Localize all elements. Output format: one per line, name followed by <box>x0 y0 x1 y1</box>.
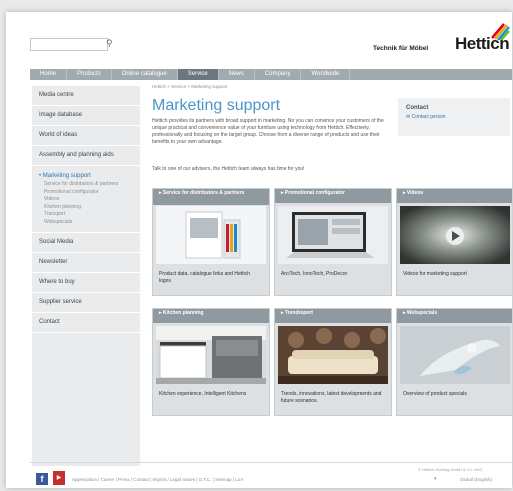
footer-links[interactable]: Appreciation | Career | Press | Contact … <box>72 477 243 482</box>
sidebar-item-contact[interactable]: Contact <box>32 313 140 333</box>
trendreport-image <box>278 326 388 384</box>
copyright: © Hettich Holding GmbH & Co. oHG <box>418 467 483 472</box>
webspecials-image <box>400 326 510 384</box>
sidebar-submenu: Service for distributors & partners Prom… <box>32 181 140 233</box>
card-title: ▸ Webspecials <box>397 309 512 323</box>
intro-text: Hettich provides its partners with broad… <box>152 118 384 145</box>
sidebar-item-social-media[interactable]: Social Media <box>32 233 140 253</box>
card-title-label: Webspecials <box>406 310 438 316</box>
facebook-icon[interactable]: f <box>36 473 48 485</box>
tagline: Technik für Möbel <box>373 45 429 52</box>
search-icon[interactable]: ⚲ <box>106 38 113 49</box>
nav-online-catalogue[interactable]: Online catalogue <box>112 69 178 80</box>
card-title-label: Trendreport <box>284 310 313 316</box>
sidebar-item-media-centre[interactable]: Media centre <box>32 86 140 106</box>
card-title: ▸ Service for distributors & partners <box>153 189 269 205</box>
main-nav: Home Products Online catalogue Service N… <box>30 69 512 80</box>
sidebar-item-where-to-buy[interactable]: Where to buy <box>32 273 140 293</box>
sidebar-subitem-webspecials[interactable]: Webspecials <box>32 219 140 227</box>
sidebar-subitem-videos[interactable]: Videos <box>32 196 140 204</box>
card-title: ▸ Kitchen planning <box>153 309 269 323</box>
page: ⚲ Technik für Möbel Hettich Home Product… <box>6 12 512 488</box>
card-title: ▸ Trendreport <box>275 309 391 323</box>
nav-news[interactable]: News <box>219 69 255 80</box>
contact-link-label: Contact person <box>411 114 446 120</box>
card-text: Kitchen experience, Intelligent Kitchens <box>159 391 247 397</box>
card-text: ArciTech, InnoTech, ProDecor <box>281 271 348 277</box>
nav-worldwide[interactable]: Worldwide <box>301 69 351 80</box>
card-kitchen-planning[interactable]: ▸ Kitchen planning Kitchen experience, I… <box>152 308 270 416</box>
logo-stripes-icon <box>491 23 510 40</box>
card-text: Product data, catalogue links and Hettic… <box>159 271 250 284</box>
chevron-down-icon[interactable]: ▾ <box>434 476 437 482</box>
youtube-icon[interactable]: ▶ <box>53 471 65 485</box>
sidebar-subitem-transport[interactable]: Transport <box>32 211 140 219</box>
contact-person-link[interactable]: ✉ Contact person <box>406 114 446 120</box>
catalogue-image <box>156 206 266 264</box>
sidebar-item-newsletter[interactable]: Newsletter <box>32 253 140 273</box>
video-image <box>400 206 510 264</box>
card-trendreport[interactable]: ▸ Trendreport Trends, innovations, lates… <box>274 308 392 416</box>
page-title: Marketing support <box>152 97 281 114</box>
card-title-label: Promotional configurator <box>284 190 345 196</box>
sidebar-subitem-configurator[interactable]: Promotional configurator <box>32 189 140 197</box>
sidebar-item-marketing-support[interactable]: • Marketing support <box>32 166 140 181</box>
kitchen-image <box>156 326 266 384</box>
card-title-label: Service for distributors & partners <box>162 190 245 196</box>
card-webspecials[interactable]: ▸ Webspecials Overview of product specia… <box>396 308 512 416</box>
intro-text-advisers: Talk to one of our advisers, the Hettich… <box>152 166 305 172</box>
card-text: Trends, innovations, latest developments… <box>281 391 382 404</box>
card-title: ▸ Videos <box>397 189 512 203</box>
sidebar-item-supplier-service[interactable]: Supplier service <box>32 293 140 313</box>
nav-products[interactable]: Products <box>67 69 112 80</box>
card-title: ▸ Promotional configurator <box>275 189 391 203</box>
language-selector[interactable]: Global (English) <box>460 477 492 482</box>
nav-home[interactable]: Home <box>30 69 68 80</box>
sidebar-subitem-kitchen-planning[interactable]: Kitchen planning <box>32 204 140 212</box>
contact-box: Contact ✉ Contact person <box>398 98 510 136</box>
card-configurator[interactable]: ▸ Promotional configurator ArciTech, Inn… <box>274 188 392 296</box>
configurator-image <box>278 206 388 264</box>
search-input[interactable] <box>30 38 108 51</box>
card-text: Overview of product specials <box>403 391 467 397</box>
nav-service[interactable]: Service <box>177 69 219 80</box>
card-text: Videos for marketing support <box>403 271 467 277</box>
card-distributors[interactable]: ▸ Service for distributors & partners Pr… <box>152 188 270 296</box>
sidebar-item-image-database[interactable]: Image database <box>32 106 140 126</box>
sidebar-item-label: Marketing support <box>42 173 91 179</box>
contact-title: Contact <box>406 105 429 111</box>
nav-company[interactable]: Company <box>255 69 302 80</box>
sidebar-item-assembly-aids[interactable]: Assembly and planning aids <box>32 146 140 166</box>
card-title-label: Kitchen planning <box>162 310 204 316</box>
sidebar: Media centre Image database World of ide… <box>32 86 140 466</box>
sidebar-subitem-distributors[interactable]: Service for distributors & partners <box>32 181 140 189</box>
card-title-label: Videos <box>406 190 424 196</box>
breadcrumb[interactable]: Hettich > Service > Marketing support <box>152 84 227 89</box>
footer-divider <box>30 462 512 463</box>
card-videos[interactable]: ▸ Videos Videos for marketing support <box>396 188 512 296</box>
mail-icon: ✉ <box>406 114 411 120</box>
sidebar-item-world-of-ideas[interactable]: World of ideas <box>32 126 140 146</box>
